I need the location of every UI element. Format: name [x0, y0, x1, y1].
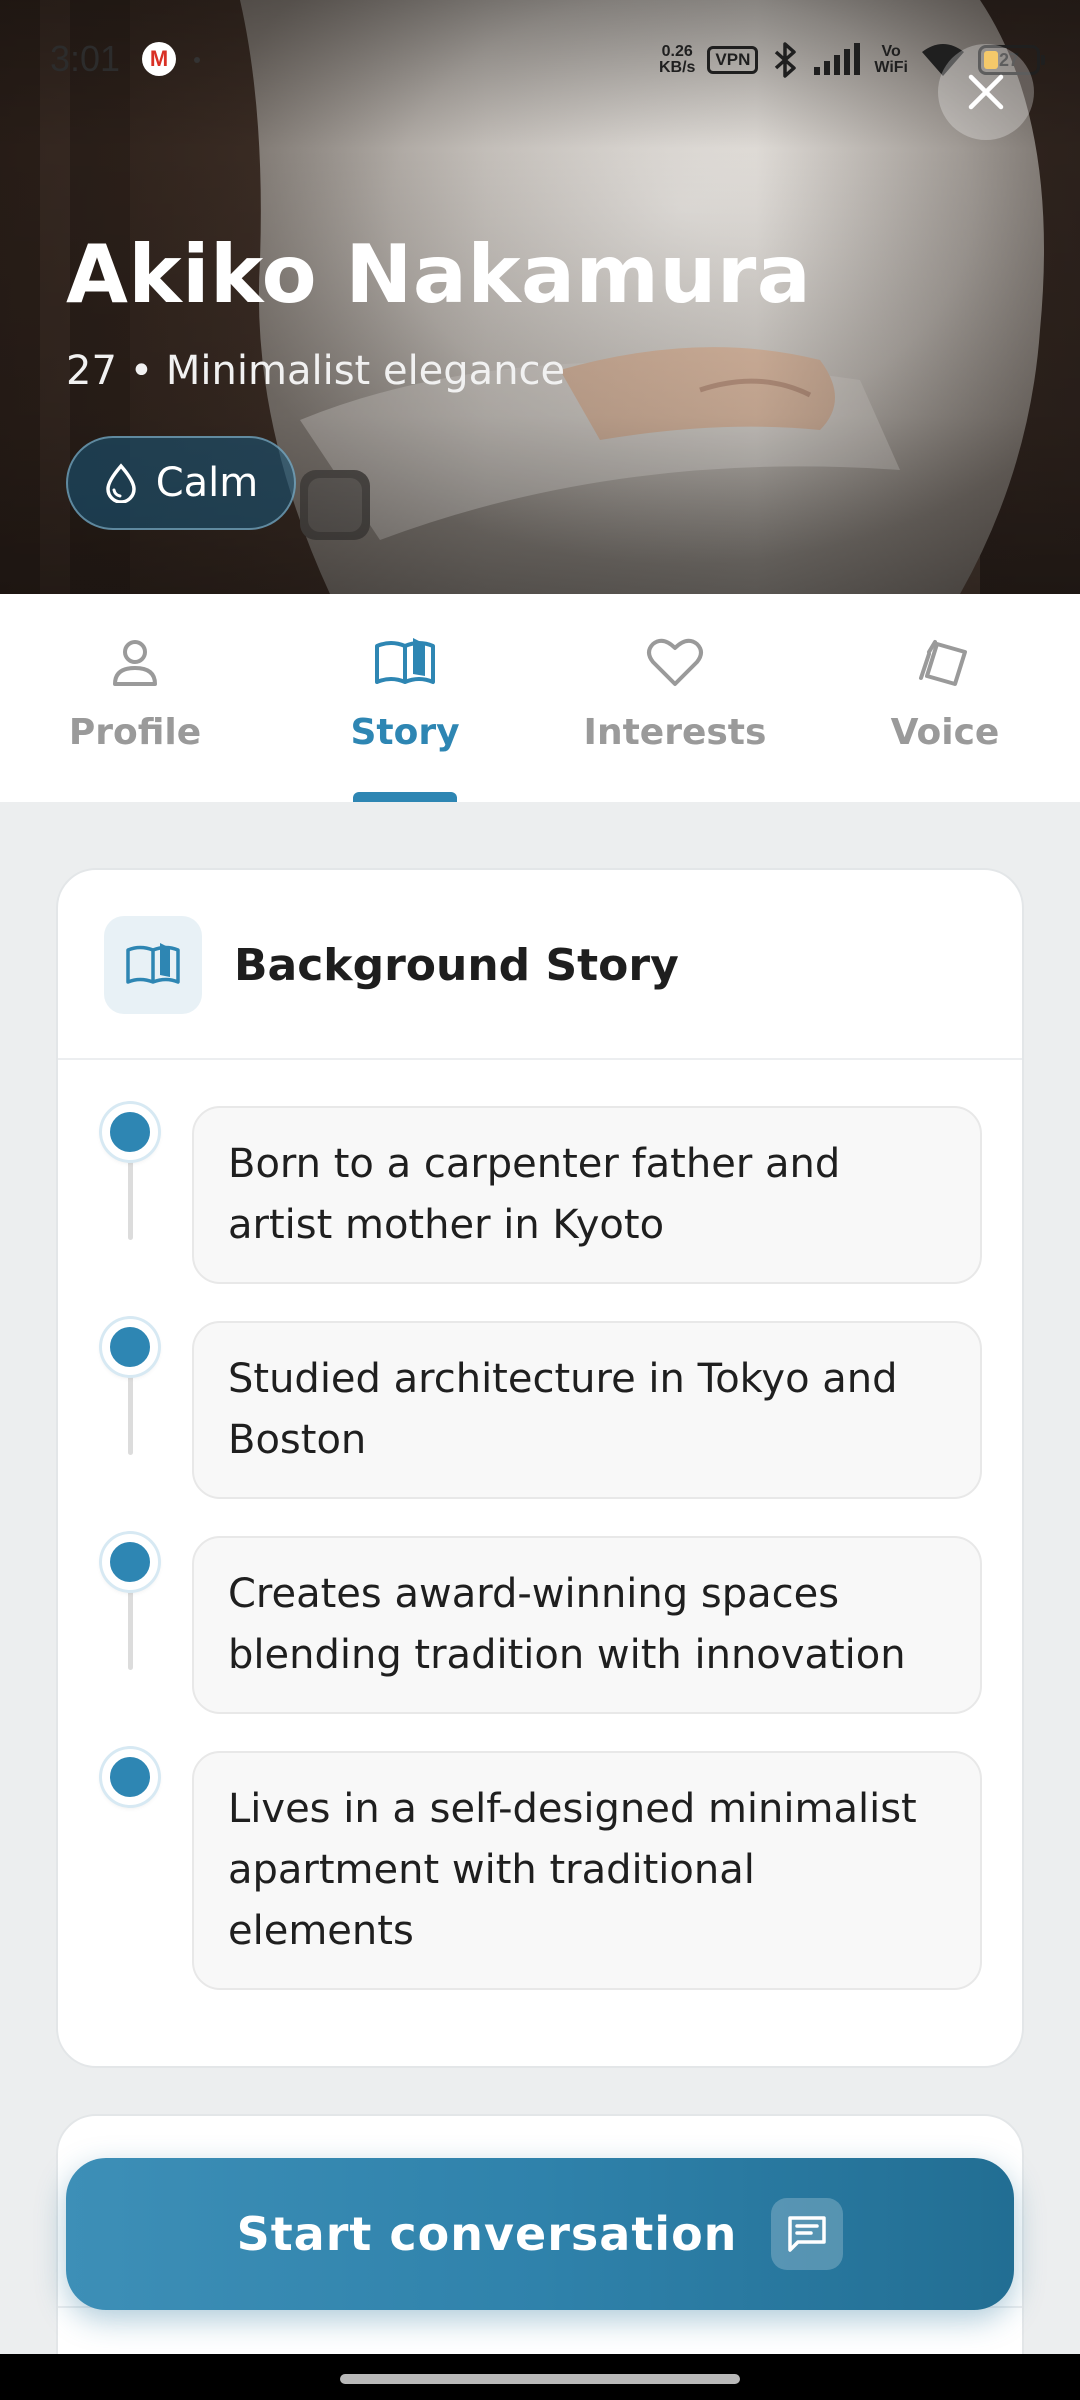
character-subtitle: 27 • Minimalist elegance: [66, 348, 566, 394]
timeline-text: Studied architecture in Tokyo and Boston: [192, 1321, 982, 1499]
timeline-dot: [102, 1104, 158, 1160]
character-profile-screen: 3:01 M 0.26 KB/s VPN Vo WiFi 27 Akiko Na…: [0, 0, 1080, 2400]
background-story-card: Background Story Born to a carpenter fat…: [56, 868, 1024, 2068]
timeline-connector: [128, 1150, 133, 1240]
tab-voice[interactable]: Voice: [810, 594, 1080, 802]
card-header: Background Story: [58, 870, 1022, 1060]
timeline-dot: [102, 1534, 158, 1590]
timeline-text: Creates award-winning spaces blending tr…: [192, 1536, 982, 1714]
gmail-icon: M: [142, 42, 176, 76]
timeline-dot: [102, 1319, 158, 1375]
card-icon-container: [104, 916, 202, 1014]
person-icon: [113, 640, 157, 686]
chat-icon: [788, 2216, 827, 2252]
status-bar: 3:01 M 0.26 KB/s VPN Vo WiFi 27: [0, 0, 1080, 120]
timeline-connector: [128, 1580, 133, 1670]
tab-interests[interactable]: Interests: [540, 594, 810, 802]
signal-icon: [814, 43, 861, 75]
tab-label: Story: [350, 712, 460, 753]
tab-label: Voice: [890, 712, 1000, 753]
mood-chip: Calm: [66, 436, 296, 530]
vowifi-icon: Vo WiFi: [874, 43, 908, 76]
active-tab-indicator: [353, 792, 457, 802]
heart-icon: [647, 638, 703, 686]
notification-dot-icon: [194, 57, 200, 63]
close-button[interactable]: [938, 44, 1034, 140]
hero-photo: 3:01 M 0.26 KB/s VPN Vo WiFi 27 Akiko Na…: [0, 0, 1080, 594]
network-speed: 0.26 KB/s: [658, 43, 696, 76]
book-icon: [375, 638, 435, 684]
mood-label: Calm: [155, 460, 259, 506]
bluetooth-icon: [775, 42, 797, 78]
tab-bar: Profile Story Interests Voice: [0, 594, 1080, 802]
drop-icon: [105, 463, 136, 503]
start-conversation-label: Start conversation: [236, 2207, 738, 2261]
vpn-icon: VPN: [707, 46, 759, 74]
timeline-text: Lives in a self-designed minimalist apar…: [192, 1751, 982, 1990]
tab-story[interactable]: Story: [270, 594, 540, 802]
status-time: 3:01: [50, 38, 121, 79]
card-title: Background Story: [234, 940, 679, 991]
chat-icon-container: [771, 2198, 844, 2270]
tab-profile[interactable]: Profile: [0, 594, 270, 802]
timeline-text: Born to a carpenter father and artist mo…: [192, 1106, 982, 1284]
card-icon: [919, 640, 967, 686]
tab-label: Interests: [583, 712, 767, 753]
book-icon: [126, 943, 180, 984]
timeline-dot: [102, 1749, 158, 1805]
home-indicator[interactable]: [340, 2374, 740, 2384]
close-icon: [968, 74, 1004, 110]
tab-label: Profile: [68, 712, 202, 753]
character-name: Akiko Nakamura: [66, 228, 812, 321]
timeline-connector: [128, 1365, 133, 1455]
start-conversation-button[interactable]: Start conversation: [66, 2158, 1014, 2310]
